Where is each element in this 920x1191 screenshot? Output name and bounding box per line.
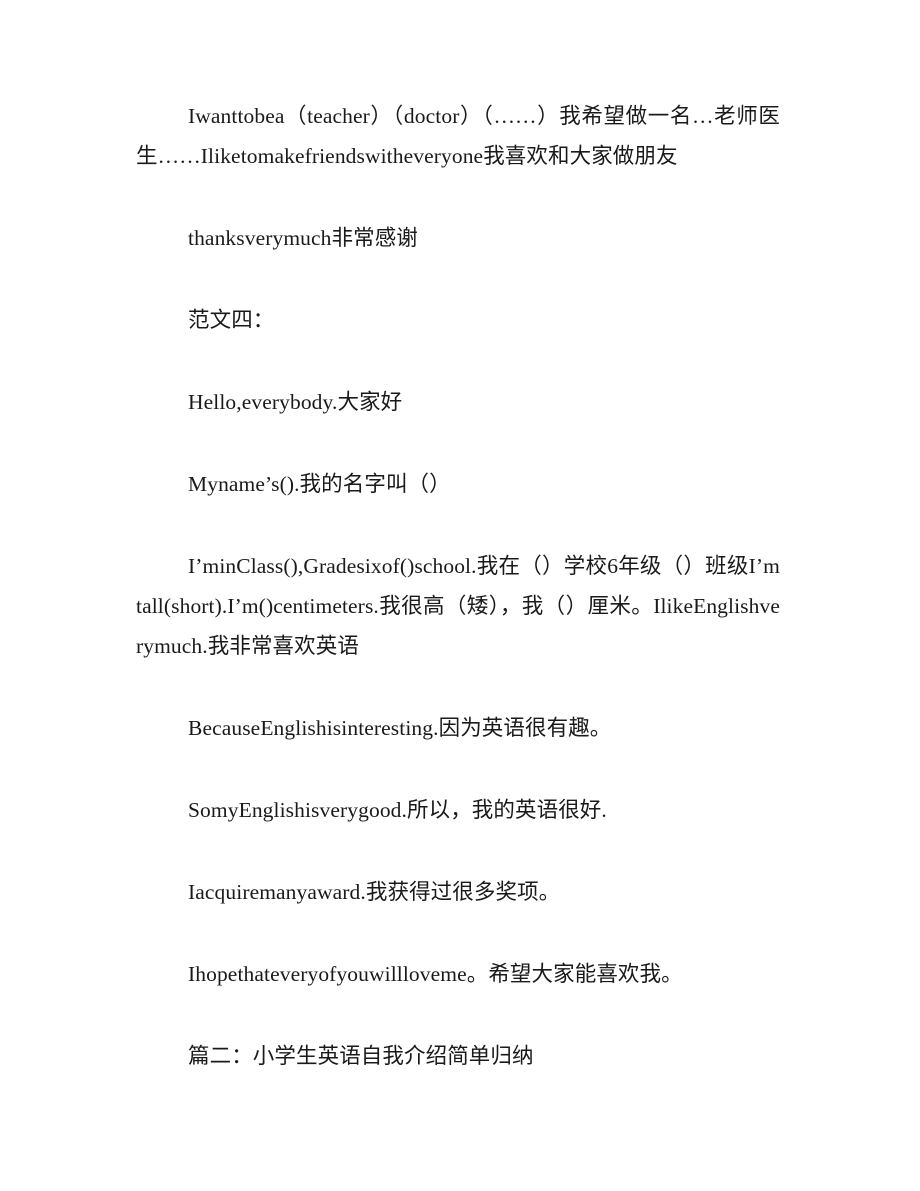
document-page: Iwanttobea（teacher）（doctor）（……）我希望做一名…老师… [0, 0, 920, 1191]
paragraph-because-interesting: BecauseEnglishisinteresting.因为英语很有趣。 [188, 716, 612, 740]
document-text-body: Iwanttobea（teacher）（doctor）（……）我希望做一名…老师… [136, 96, 780, 1076]
paragraph-my-name: Myname’s().我的名字叫（） [188, 472, 451, 496]
paragraph-thanks: thanksverymuch非常感谢 [188, 226, 418, 250]
paragraph-award: Iacquiremanyaward.我获得过很多奖项。 [188, 880, 561, 904]
paragraph-section-two-heading: 篇二：小学生英语自我介绍简单归纳 [188, 1044, 534, 1068]
paragraph-hope-love-me: Ihopethateveryofyouwillloveme。希望大家能喜欢我。 [188, 962, 683, 986]
paragraph-so-my-english: SomyEnglishisverygood.所以，我的英语很好. [188, 798, 607, 822]
paragraph-want-to-be: Iwanttobea（teacher）（doctor）（……）我希望做一名…老师… [136, 104, 780, 168]
paragraph-sample-four-heading: 范文四： [188, 308, 275, 332]
paragraph-hello: Hello,everybody.大家好 [188, 390, 403, 414]
paragraph-class-grade: I’minClass(),Gradesixof()school.我在（）学校6年… [136, 554, 780, 658]
